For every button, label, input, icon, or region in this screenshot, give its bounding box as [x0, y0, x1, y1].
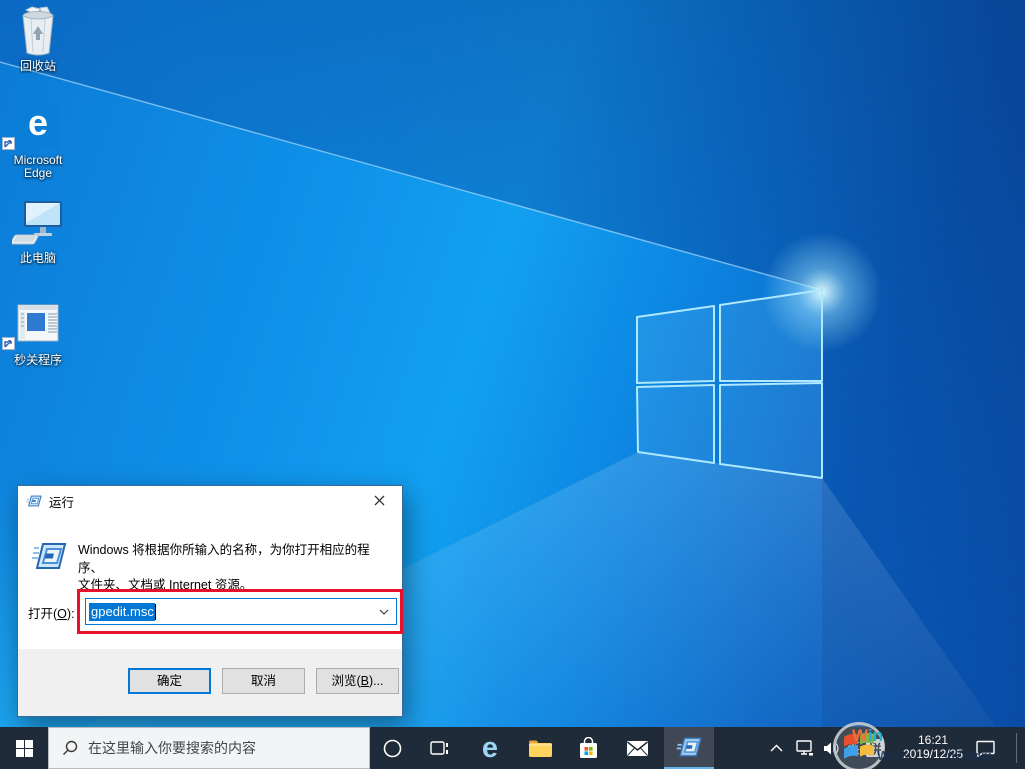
tray-time: 16:21 [897, 733, 969, 747]
desktop-icon-this-pc[interactable]: 此电脑 [2, 198, 74, 265]
show-desktop-button[interactable] [1016, 733, 1017, 763]
selected-input-text: gpedit.msc [89, 603, 155, 621]
desktop-icon-recycle-bin[interactable]: 回收站 [2, 6, 74, 73]
desktop-icon-quick-close-program[interactable]: 秒关程序 [2, 300, 74, 367]
search-icon [62, 740, 78, 756]
shortcut-arrow-icon [2, 137, 15, 150]
mail-icon [626, 740, 649, 757]
close-icon [374, 495, 385, 506]
file-explorer-icon [528, 739, 553, 758]
windows-logo-wallpaper [637, 290, 822, 478]
taskbar-mail-button[interactable] [613, 727, 661, 769]
desktop-icon-label: Microsoft Edge [2, 154, 74, 180]
run-icon [31, 541, 67, 576]
watermark-fragment-right: n7.com [947, 748, 993, 763]
desktop-icon-label: 秒关程序 [2, 354, 74, 367]
browse-button[interactable]: 浏览(B)... [316, 668, 399, 694]
microsoft-store-icon [578, 737, 599, 760]
close-button[interactable] [357, 486, 402, 515]
network-icon [796, 740, 814, 756]
cortana-icon [383, 739, 402, 758]
text-caret [155, 604, 156, 620]
desktop-icon-label: 此电脑 [2, 252, 74, 265]
run-command-input[interactable]: gpedit.msc [85, 598, 397, 625]
desktop-icon-label: 回收站 [2, 60, 74, 73]
open-label: 打开(O): [28, 603, 75, 622]
dialog-title: 运行 [49, 492, 74, 511]
tray-hidden-icons-button[interactable] [763, 727, 789, 769]
edge-icon: e [16, 103, 60, 147]
task-view-icon [430, 740, 450, 757]
dialog-footer: 确定 取消 浏览(B)... [18, 649, 402, 716]
run-dialog: 运行 Windows 将根据你所输入的名称，为你打开相应的程序、 文件夹、文档或… [17, 485, 403, 717]
edge-icon: e [482, 734, 498, 763]
recycle-bin-icon [16, 6, 60, 56]
program-window-icon [15, 303, 61, 347]
this-pc-icon [12, 199, 64, 247]
watermark-fragment-left: Www [877, 748, 910, 763]
taskbar-store-button[interactable] [564, 727, 612, 769]
run-dialog-icon [26, 494, 42, 508]
windows-start-icon [16, 740, 33, 757]
cortana-button[interactable] [370, 727, 414, 769]
task-view-button[interactable] [418, 727, 462, 769]
run-app-icon [676, 736, 702, 758]
cancel-button[interactable]: 取消 [222, 668, 305, 694]
start-button[interactable] [0, 727, 48, 769]
chevron-up-icon [770, 744, 783, 752]
taskbar-run-app-button[interactable] [664, 727, 714, 769]
ok-button[interactable]: 确定 [128, 668, 211, 694]
taskbar-explorer-button[interactable] [516, 727, 564, 769]
dialog-description: Windows 将根据你所输入的名称，为你打开相应的程序、 文件夹、文档或 In… [78, 542, 393, 595]
watermark-brand-text: Win [852, 726, 883, 746]
taskbar-search[interactable] [48, 727, 370, 769]
chevron-down-icon[interactable] [379, 609, 389, 615]
taskbar-edge-button[interactable]: e [466, 727, 514, 769]
tray-network-button[interactable] [792, 727, 818, 769]
search-input[interactable] [88, 740, 338, 756]
shortcut-arrow-icon [2, 337, 15, 350]
desktop-icon-microsoft-edge[interactable]: e Microsoft Edge [2, 100, 74, 180]
run-dialog-titlebar[interactable]: 运行 [18, 486, 402, 516]
